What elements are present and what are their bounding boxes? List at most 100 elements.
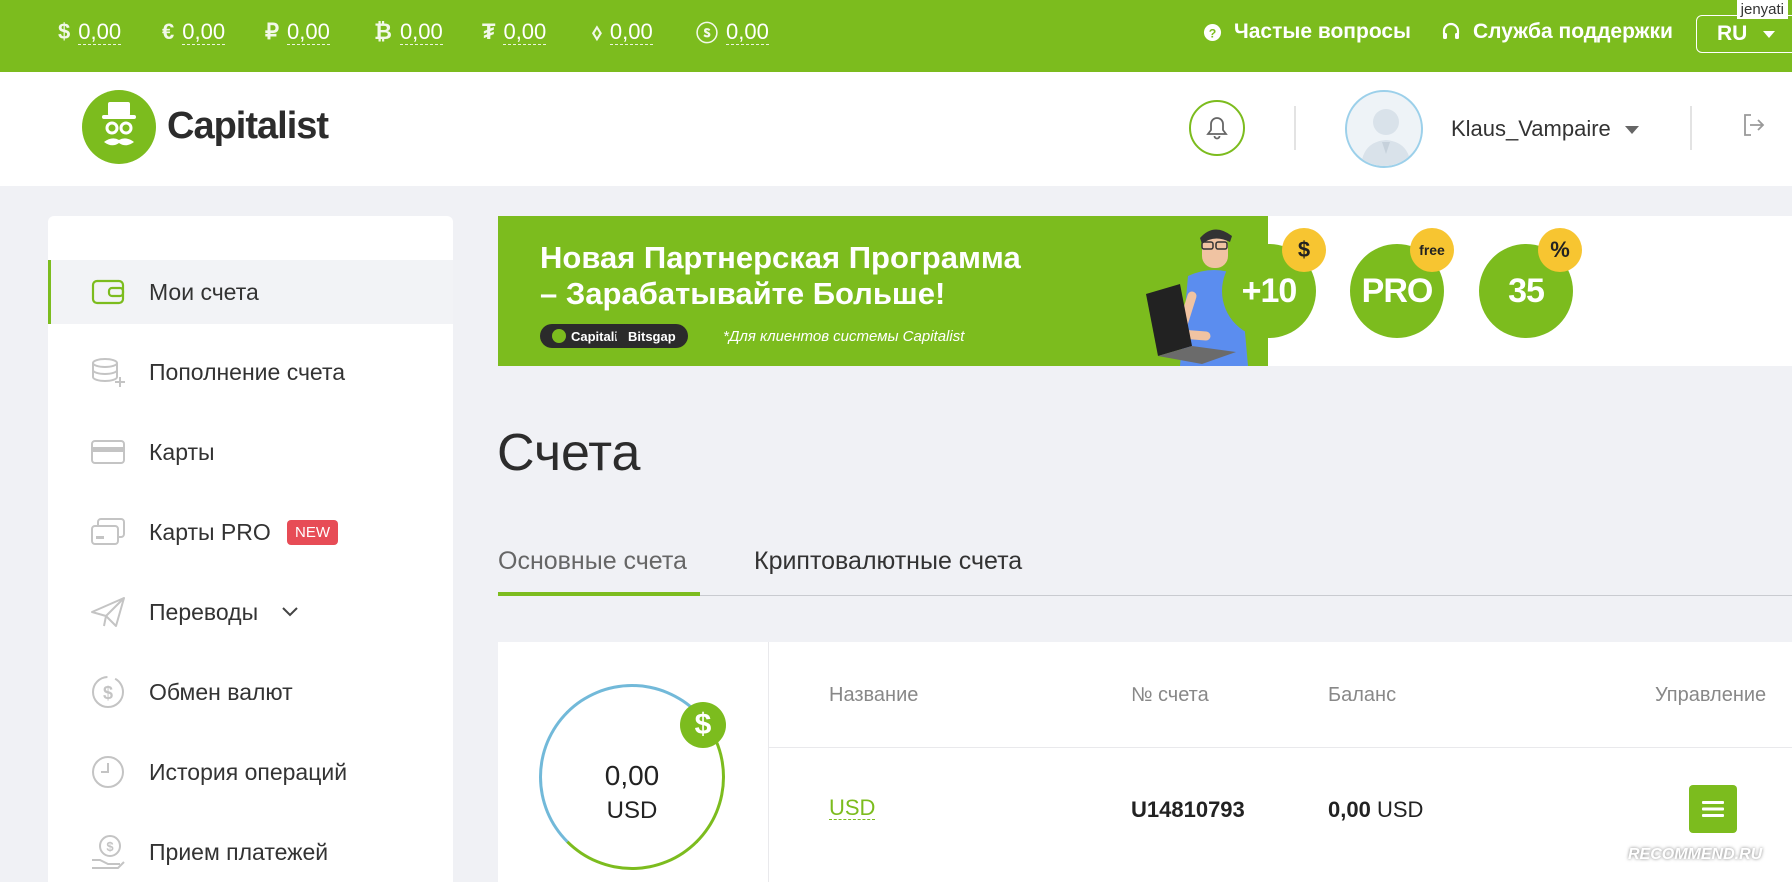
sidebar-item-history[interactable]: История операций	[48, 740, 453, 804]
ruble-icon: ₽	[265, 19, 279, 44]
ethereum-icon: ⬨	[592, 19, 602, 44]
payment-hand-icon: $	[90, 834, 126, 870]
wallet-icon	[90, 274, 126, 310]
banner-title: Новая Партнерская Программа – Зарабатыва…	[540, 240, 1060, 312]
banner-title-line: – Зарабатывайте Больше!	[540, 276, 946, 311]
active-tab-indicator	[498, 592, 700, 596]
notifications-button[interactable]	[1189, 100, 1245, 156]
banner-note: *Для клиентов системы Capitalist	[723, 328, 965, 345]
language-value: RU	[1717, 22, 1748, 45]
bell-icon	[1206, 117, 1228, 140]
header: Capitalist Klaus_Vampaire	[0, 72, 1792, 186]
bitcoin-icon: ₿	[374, 19, 392, 44]
balance-eur[interactable]: €0,00	[162, 17, 226, 47]
username[interactable]: Klaus_Vampaire	[1451, 116, 1611, 142]
sidebar-item-accounts[interactable]: Мои счета	[48, 260, 453, 324]
sidebar-item-label: Карты PRO	[149, 518, 271, 545]
percent-badge-icon: %	[1538, 228, 1582, 272]
balance-value: 0,00	[78, 18, 122, 45]
divider	[768, 642, 769, 882]
dollar-badge-icon: $	[1282, 228, 1326, 272]
balance-currency: USD	[1376, 797, 1424, 822]
tether-icon: ₮	[482, 19, 496, 44]
chevron-down-icon	[1763, 30, 1776, 38]
page-title: Счета	[497, 424, 641, 482]
balance-usdt[interactable]: ₮ 0,00	[482, 17, 547, 47]
balance-value: 0,00	[609, 18, 653, 45]
sidebar-item-transfers[interactable]: Переводы	[48, 580, 453, 644]
balance-value: 0,00	[399, 18, 443, 45]
sidebar-item-label: Пополнение счета	[149, 358, 346, 385]
cards-pro-icon	[90, 514, 126, 550]
headset-icon	[1442, 22, 1460, 39]
card-icon	[90, 434, 126, 470]
svg-text:$: $	[106, 839, 114, 854]
avatar[interactable]	[1345, 90, 1423, 168]
language-select[interactable]: RU	[1696, 15, 1792, 53]
logo-text[interactable]: Capitalist	[167, 105, 329, 148]
sidebar-item-payments[interactable]: $ Прием платежей	[48, 820, 453, 882]
account-balance: 0,00 USD	[1328, 797, 1423, 823]
hamburger-icon	[1702, 801, 1724, 817]
svg-text:?: ?	[1209, 26, 1217, 40]
balance-value: 0,00	[503, 18, 547, 45]
clock-icon	[90, 754, 126, 790]
bitsgap-pill: Bitsgap	[616, 324, 688, 348]
sidebar-item-deposit[interactable]: Пополнение счета	[48, 340, 453, 404]
question-icon: ?	[1203, 23, 1222, 41]
faq-link[interactable]: ? Частые вопросы	[1203, 20, 1411, 44]
watermark-username: jenyati	[1736, 0, 1788, 19]
balance-usd[interactable]: $0,00	[58, 17, 122, 47]
pill-logo-icon	[552, 329, 566, 343]
balance-btc[interactable]: ₿ 0,00	[374, 17, 443, 47]
balance-amount: 0,00	[1328, 797, 1371, 822]
coins-plus-icon	[90, 354, 126, 390]
column-header-actions: Управление	[1655, 684, 1767, 706]
top-bar: $0,00 €0,00 ₽0,00 ₿ 0,00 ₮ 0,00 ⬨ 0,00 ⓢ 0,0…	[0, 0, 1792, 72]
sidebar-item-label: История операций	[149, 758, 348, 785]
column-header-name: Название	[829, 684, 919, 706]
logout-icon[interactable]	[1741, 112, 1767, 143]
free-badge: free	[1410, 228, 1454, 272]
balance-rub[interactable]: ₽0,00	[265, 17, 330, 47]
balance-coin[interactable]: ⓢ 0,00	[696, 17, 769, 47]
sidebar-item-label: Переводы	[149, 598, 259, 625]
account-menu-button[interactable]	[1689, 785, 1737, 833]
paper-plane-icon	[90, 594, 126, 630]
watermark: RECOMMEND.RU	[1628, 846, 1763, 863]
balance-value: 0,00	[726, 18, 769, 45]
sidebar-item-label: Прием платежей	[149, 838, 329, 865]
column-header-balance: Баланс	[1328, 684, 1397, 706]
tab-main-accounts[interactable]: Основные счета	[498, 547, 687, 576]
logo-icon[interactable]	[82, 90, 156, 164]
sidebar-item-exchange[interactable]: $ Обмен валют	[48, 660, 453, 724]
sidebar-item-label: Мои счета	[149, 278, 259, 305]
summary-currency: USD	[606, 797, 658, 824]
svg-text:$: $	[103, 683, 113, 703]
sidebar-item-label: Обмен валют	[149, 678, 293, 705]
dollar-icon: $	[58, 19, 71, 44]
dollar-icon: $	[680, 702, 726, 748]
banner-title-line: Новая Партнерская Программа	[540, 240, 1021, 275]
account-name-link[interactable]: USD	[829, 797, 876, 820]
coin-dollar-icon: ⓢ	[696, 21, 719, 46]
column-header-number: № счета	[1131, 684, 1209, 706]
divider	[1294, 106, 1296, 150]
chevron-down-icon[interactable]	[1625, 126, 1639, 134]
tab-crypto-accounts[interactable]: Криптовалютные счета	[754, 547, 1022, 576]
pill-label: Bitsgap	[628, 328, 676, 344]
promo-banner[interactable]: Новая Партнерская Программа – Зарабатыва…	[498, 216, 1792, 366]
euro-icon: €	[162, 19, 175, 44]
sidebar-item-cards[interactable]: Карты	[48, 420, 453, 484]
faq-label: Частые вопросы	[1234, 20, 1411, 43]
sidebar-item-label: Карты	[149, 438, 215, 465]
balance-value: 0,00	[287, 18, 330, 45]
balance-eth[interactable]: ⬨ 0,00	[592, 17, 653, 47]
sidebar: Мои счета Пополнение счета Карты Карты P…	[48, 216, 453, 882]
divider	[769, 747, 1792, 748]
support-link[interactable]: Служба поддержки	[1441, 20, 1673, 44]
chevron-down-icon[interactable]	[281, 606, 299, 618]
new-badge: NEW	[287, 519, 338, 545]
sidebar-item-cards-pro[interactable]: Карты PRO NEW	[48, 500, 453, 564]
support-label: Служба поддержки	[1473, 20, 1673, 43]
